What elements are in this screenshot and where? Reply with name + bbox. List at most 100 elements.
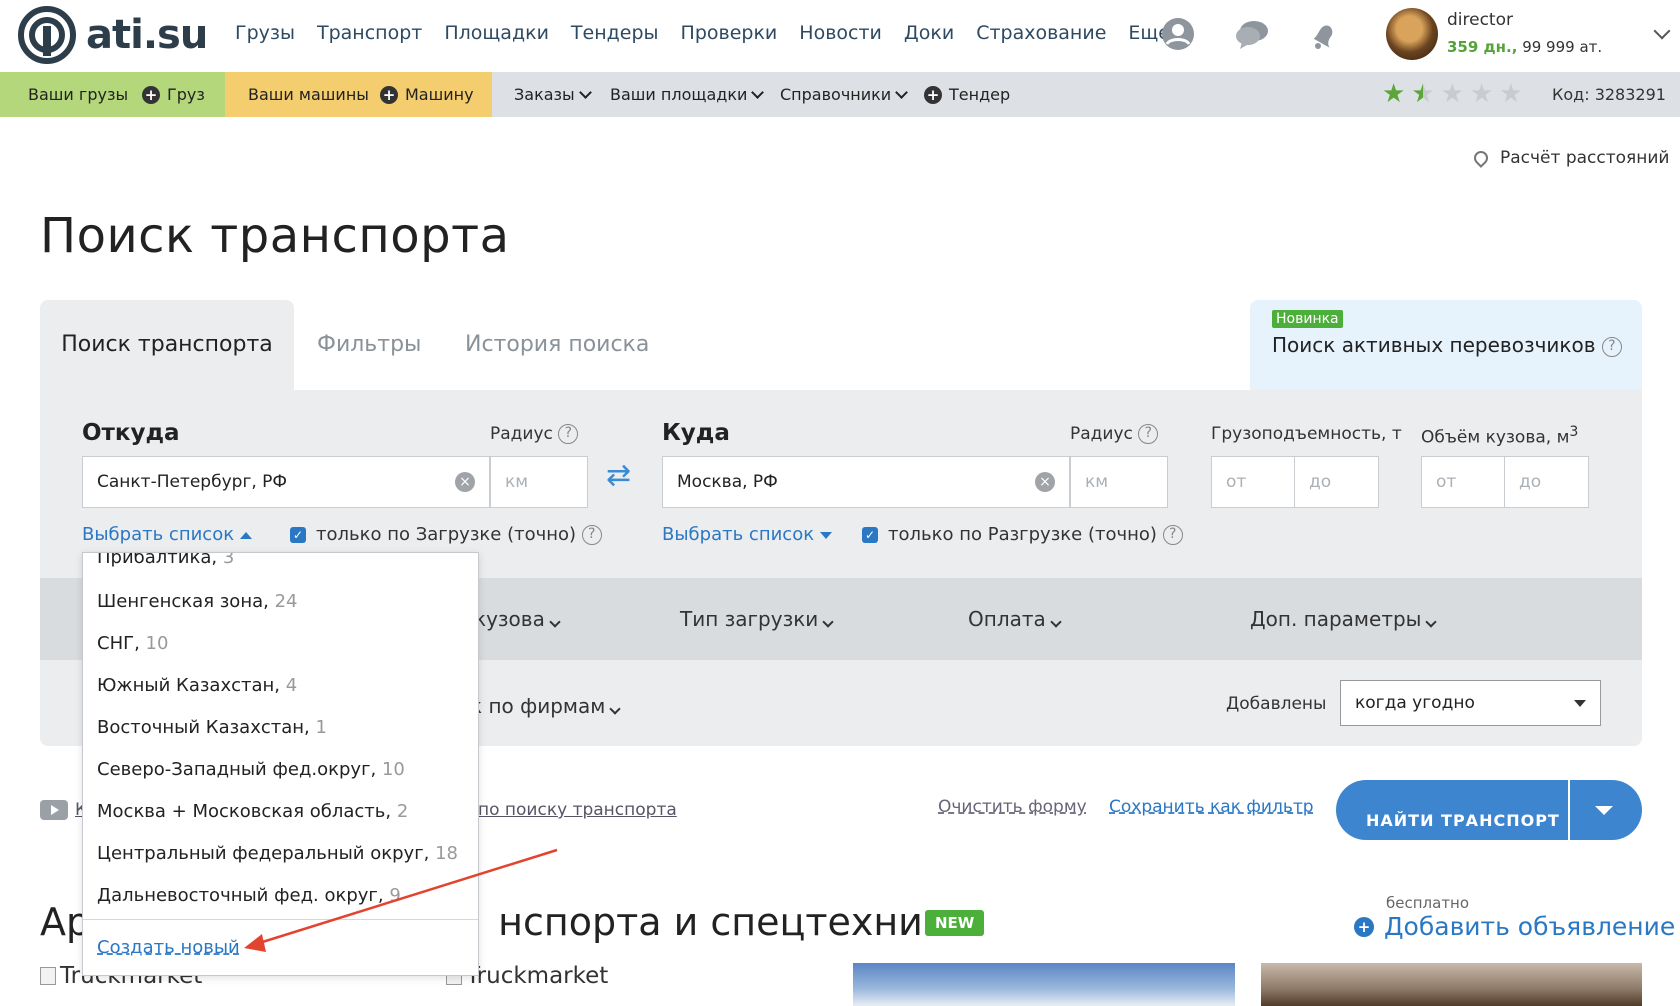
references-menu[interactable]: Справочники [780, 85, 909, 104]
your-sites-menu[interactable]: Ваши площадки [610, 85, 765, 104]
to-select-list[interactable]: Выбрать список [662, 524, 833, 545]
list-item-name: Москва + Московская область, [97, 801, 392, 822]
active-carriers-tab[interactable]: Новинка Поиск активных перевозчиков ? [1250, 300, 1642, 390]
rating-stars[interactable]: ★ ★ ★ ★ ★ [1382, 79, 1523, 109]
load-type-filter[interactable]: Тип загрузки [680, 607, 834, 631]
firms-filter[interactable]: к по фирмам [470, 694, 622, 718]
list-item[interactable]: Северо-Западный фед.округ, 10 [97, 759, 405, 780]
distance-calc-link[interactable]: Расчёт расстояний [1471, 148, 1669, 168]
caret-down-icon [1574, 700, 1586, 707]
swap-arrows-icon[interactable]: ⇄ [606, 458, 631, 493]
caret-down-icon [1595, 806, 1613, 815]
user-menu[interactable]: director 359 дн., 99 999 ат. [1386, 8, 1616, 64]
nav-news[interactable]: Новости [799, 22, 882, 44]
to-input-value: Москва, РФ [677, 472, 778, 492]
add-cargo-button[interactable]: + Груз [142, 85, 205, 104]
help-icon[interactable]: ? [1138, 424, 1159, 444]
nav-checks[interactable]: Проверки [681, 22, 778, 44]
save-filter-link[interactable]: Сохранить как фильтр [1109, 797, 1314, 817]
add-ad-link[interactable]: + Добавить объявление [1354, 912, 1675, 941]
select-list-dropdown: Прибалтика, 3 Шенгенская зона, 24 СНГ, 1… [82, 552, 479, 976]
user-menu-toggle[interactable] [1648, 22, 1671, 41]
orders-menu[interactable]: Заказы [514, 85, 592, 104]
nav-insurance[interactable]: Страхование [976, 22, 1106, 44]
only-unloading-label: только по Разгрузке (точно) [888, 524, 1157, 545]
caret-down-icon [820, 531, 833, 539]
volume-from-input[interactable]: от [1421, 456, 1505, 508]
list-item[interactable]: СНГ, 10 [97, 633, 168, 654]
nav-docs[interactable]: Доки [904, 22, 954, 44]
list-item-name: Восточный Казахстан, [97, 717, 310, 738]
star-icon: ★ [1469, 79, 1494, 109]
video-play-icon[interactable] [40, 800, 68, 820]
nav-tenders[interactable]: Тендеры [571, 22, 659, 44]
only-unloading-checkbox[interactable]: ✓ только по Разгрузке (точно) ? [862, 524, 1183, 545]
list-item[interactable]: Восточный Казахстан, 1 [97, 717, 327, 738]
list-item[interactable]: Южный Казахстан, 4 [97, 675, 297, 696]
clear-icon[interactable]: × [1035, 472, 1055, 492]
star-half-icon: ★ [1411, 79, 1435, 109]
nav-sites[interactable]: Площадки [444, 22, 549, 44]
create-new-list-link[interactable]: Создать новый [97, 937, 240, 958]
clear-form-link[interactable]: Очистить форму [938, 797, 1087, 817]
nav-cargo[interactable]: Грузы [235, 22, 295, 44]
added-select[interactable]: когда угодно [1340, 680, 1601, 726]
from-radius-input[interactable]: км [490, 456, 588, 508]
your-trucks-link[interactable]: Ваши машины [248, 85, 369, 104]
extra-params-filter[interactable]: Доп. параметры [1250, 607, 1438, 631]
payment-filter[interactable]: Оплата [968, 607, 1062, 631]
list-item[interactable]: Дальневосточный фед. округ, 9 [97, 885, 401, 906]
body-type-filter[interactable]: кузова [474, 607, 561, 631]
to-input[interactable]: Москва, РФ × [662, 456, 1070, 508]
star-icon: ★ [1440, 79, 1464, 109]
plus-icon: + [924, 85, 942, 104]
help-icon[interactable]: ? [1162, 524, 1183, 545]
radius-label: Радиус [490, 424, 553, 444]
from-input[interactable]: Санкт-Петербург, РФ × [82, 456, 490, 508]
chat-icon[interactable] [1234, 16, 1270, 52]
to-radius-input[interactable]: км [1070, 456, 1168, 508]
list-item[interactable]: Центральный федеральный округ, 18 [97, 843, 458, 864]
ad-image-3[interactable] [853, 963, 1235, 1006]
list-item-count: 1 [315, 717, 327, 738]
add-tender-button[interactable]: + Тендер [924, 85, 1010, 104]
star-icon: ★ [1499, 79, 1523, 109]
from-label: Откуда [82, 420, 180, 446]
video-guide-link[interactable]: по поиску транспорта [478, 800, 677, 820]
help-icon[interactable]: ? [1601, 336, 1622, 357]
tab-history[interactable]: История поиска [465, 300, 649, 390]
help-icon[interactable]: ? [581, 524, 602, 545]
only-loading-checkbox[interactable]: ✓ только по Загрузке (точно) ? [290, 524, 602, 545]
logo[interactable]: ati.su [18, 6, 208, 64]
page-title: Поиск транспорта [40, 208, 510, 264]
from-select-list[interactable]: Выбрать список [82, 524, 253, 545]
tabs: Поиск транспорта Фильтры История поиска … [40, 300, 1642, 390]
tender-label: Тендер [949, 85, 1011, 104]
list-item[interactable]: Прибалтика, 3 [97, 553, 234, 568]
clear-icon[interactable]: × [455, 472, 475, 492]
list-item[interactable]: Шенгенская зона, 24 [97, 591, 297, 612]
find-transport-button[interactable]: НАЙТИ ТРАНСПОРТ [1336, 780, 1568, 840]
volume-to-input[interactable]: до [1504, 456, 1589, 508]
list-item[interactable]: Москва + Московская область, 2 [97, 801, 408, 822]
tab-search[interactable]: Поиск транспорта [40, 300, 294, 390]
references-label: Справочники [780, 85, 892, 104]
notifications-bell-icon[interactable] [1306, 16, 1342, 52]
find-options-toggle[interactable] [1570, 780, 1642, 840]
profile-icon[interactable] [1160, 16, 1196, 52]
nav-transport[interactable]: Транспорт [317, 22, 422, 44]
chevron-down-icon [1050, 616, 1062, 628]
your-cargo-link[interactable]: Ваши грузы [28, 85, 128, 104]
new-badge: NEW [925, 910, 985, 936]
list-item-count: 10 [381, 759, 405, 780]
add-truck-button[interactable]: + Машину [380, 85, 474, 104]
firms-label: к по фирмам [470, 694, 606, 718]
tab-filters[interactable]: Фильтры [317, 300, 421, 390]
ad-image-4[interactable] [1261, 963, 1642, 1006]
chevron-down-icon [578, 85, 592, 99]
ad-image-alt: Truckmarket [466, 963, 609, 989]
help-icon[interactable]: ? [558, 424, 579, 444]
logo-text: ati.su [86, 12, 208, 58]
capacity-from-input[interactable]: от [1211, 456, 1295, 508]
capacity-to-input[interactable]: до [1294, 456, 1379, 508]
